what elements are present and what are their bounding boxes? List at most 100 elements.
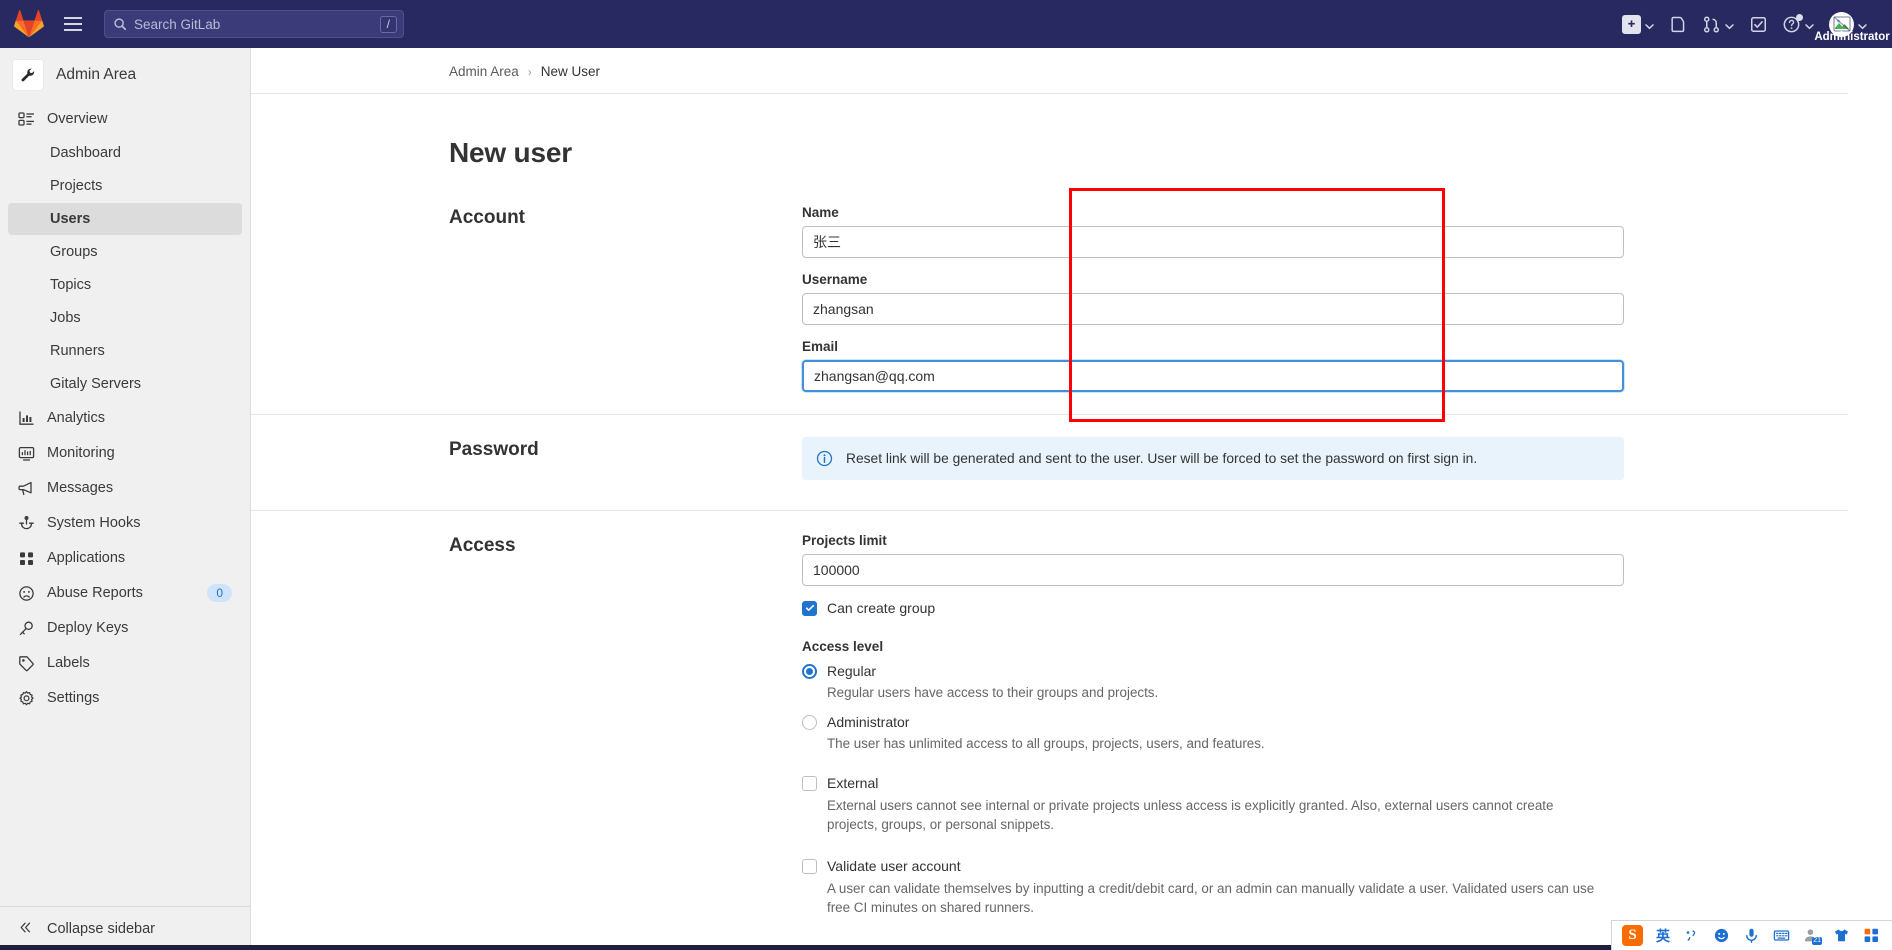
sidebar-item-dashboard[interactable]: Dashboard <box>8 137 242 169</box>
taskbar-strip <box>0 945 1892 950</box>
help-notification-dot <box>1796 13 1803 21</box>
name-field-group: Name <box>802 205 1624 258</box>
gitlab-logo-icon[interactable] <box>14 9 44 39</box>
sidebar-item-users[interactable]: Users <box>8 203 242 235</box>
sidebar-item-gitaly-servers[interactable]: Gitaly Servers <box>8 368 242 400</box>
todo-checkbox-icon <box>1749 15 1768 34</box>
page-title: New user <box>449 136 572 168</box>
wrench-icon <box>12 59 44 91</box>
merge-requests-menu[interactable] <box>1696 10 1741 39</box>
skin-shirt-icon[interactable] <box>1833 927 1850 944</box>
emoji-icon[interactable] <box>1713 927 1730 944</box>
can-create-group-checkbox[interactable] <box>802 600 817 616</box>
soft-keyboard-icon[interactable] <box>1773 927 1790 944</box>
sidebar-item-label: Monitoring <box>47 445 115 461</box>
sogou-logo-icon[interactable]: S <box>1622 925 1643 946</box>
user-name-label: Administrator <box>1814 30 1890 43</box>
email-field-group: Email <box>802 339 1624 392</box>
collapse-sidebar-button[interactable]: Collapse sidebar <box>0 906 250 950</box>
collapse-sidebar-label: Collapse sidebar <box>47 920 156 937</box>
username-input[interactable] <box>802 292 1624 325</box>
sidebar-item-groups[interactable]: Groups <box>8 236 242 268</box>
account-section: Account Name Username Email <box>251 187 1848 422</box>
abuse-reports-count-badge: 0 <box>207 584 232 602</box>
breadcrumb-admin-area[interactable]: Admin Area <box>449 64 519 79</box>
access-level-regular-radio[interactable] <box>802 663 817 679</box>
search-shortcut-key: / <box>379 15 397 33</box>
external-hint: External users cannot see internal or pr… <box>827 797 1554 832</box>
sidebar-item-messages[interactable]: Messages <box>8 471 242 505</box>
email-input[interactable] <box>802 359 1624 392</box>
sidebar-item-overview[interactable]: Overview <box>8 102 242 136</box>
applications-grid-icon <box>18 550 35 567</box>
sidebar-item-applications[interactable]: Applications <box>8 541 242 575</box>
sidebar-item-label: Abuse Reports <box>47 585 143 601</box>
projects-limit-field-group: Projects limit <box>802 533 1624 586</box>
app-grid-icon[interactable] <box>1863 927 1880 944</box>
microphone-icon[interactable] <box>1743 927 1760 944</box>
sidebar-item-analytics[interactable]: Analytics <box>8 401 242 435</box>
todos-link[interactable] <box>1743 10 1774 39</box>
hamburger-menu-icon[interactable] <box>56 7 90 41</box>
password-section: Password Reset link will be generated an… <box>251 415 1848 511</box>
sidebar-item-jobs[interactable]: Jobs <box>8 302 242 334</box>
sidebar-item-label: Dashboard <box>50 145 121 161</box>
punctuation-toggle-icon[interactable] <box>1683 927 1700 944</box>
validate-user-hint: A user can validate themselves by inputt… <box>827 880 1595 915</box>
access-level-regular-label: Regular <box>827 662 877 679</box>
access-section-body: Projects limit Can create group Access l… <box>802 533 1624 946</box>
overview-grid-icon <box>18 111 35 128</box>
create-new-menu[interactable] <box>1616 10 1661 39</box>
sidebar-item-system-hooks[interactable]: System Hooks <box>8 506 242 540</box>
search-input[interactable]: Search GitLab / <box>104 10 404 38</box>
info-circle-icon <box>816 450 833 467</box>
sidebar-item-label: Messages <box>47 480 114 496</box>
sidebar-item-label: Topics <box>50 277 92 293</box>
can-create-group-row[interactable]: Can create group <box>802 600 1624 617</box>
access-level-administrator-radio[interactable] <box>802 714 817 730</box>
section-title-account: Account <box>449 206 525 228</box>
section-title-password: Password <box>449 438 539 460</box>
analytics-chart-icon <box>18 410 35 427</box>
sidebar-item-label: Users <box>50 211 91 227</box>
validate-user-row[interactable]: Validate user account <box>802 858 1624 875</box>
external-row[interactable]: External <box>802 775 1624 792</box>
sidebar-item-label: Deploy Keys <box>47 620 129 636</box>
breadcrumb: Admin Area › New User <box>251 48 1848 94</box>
user-menu[interactable]: Administrator <box>1814 7 1890 43</box>
chevron-down-icon <box>1724 19 1735 30</box>
name-input[interactable] <box>802 225 1624 258</box>
main-content: Admin Area › New User New user Account N… <box>251 48 1892 950</box>
sidebar-item-topics[interactable]: Topics <box>8 269 242 301</box>
sidebar-item-settings[interactable]: Settings <box>8 681 242 715</box>
sidebar-context-header[interactable]: Admin Area <box>0 48 250 102</box>
sidebar-item-runners[interactable]: Runners <box>8 335 242 367</box>
section-title-access: Access <box>449 534 516 556</box>
external-checkbox[interactable] <box>802 775 817 791</box>
sidebar-item-deploy-keys[interactable]: Deploy Keys <box>8 611 242 645</box>
access-level-administrator-row[interactable]: Administrator <box>802 714 1624 731</box>
name-label: Name <box>802 204 839 220</box>
issues-link[interactable] <box>1663 10 1694 39</box>
top-bar-actions: Administrator <box>1616 7 1890 43</box>
email-label: Email <box>802 338 839 354</box>
username-label: Username <box>802 271 868 287</box>
sidebar-item-label: Groups <box>50 244 98 260</box>
projects-limit-input[interactable] <box>802 553 1624 586</box>
access-level-regular-row[interactable]: Regular <box>802 663 1624 680</box>
double-chevron-left-icon <box>18 920 35 937</box>
sidebar-item-monitoring[interactable]: Monitoring <box>8 436 242 470</box>
sidebar-item-label: Applications <box>47 550 126 566</box>
breadcrumb-current: New User <box>540 64 601 79</box>
chevron-down-icon <box>1857 19 1868 30</box>
ime-language-mode-toggle[interactable]: 英 <box>1656 926 1670 946</box>
access-level-regular-hint: Regular users have access to their group… <box>827 684 1159 700</box>
validate-user-checkbox[interactable] <box>802 858 817 874</box>
sidebar-item-projects[interactable]: Projects <box>8 170 242 202</box>
sidebar-item-abuse-reports[interactable]: Abuse Reports 0 <box>8 576 242 610</box>
access-level-administrator-label: Administrator <box>827 713 910 730</box>
sidebar-item-labels[interactable]: Labels <box>8 646 242 680</box>
admin-sidebar: Admin Area Overview Dashboard Projects U… <box>0 48 251 950</box>
user-account-icon[interactable]: 21 <box>1803 927 1822 945</box>
monitor-icon <box>18 445 35 462</box>
